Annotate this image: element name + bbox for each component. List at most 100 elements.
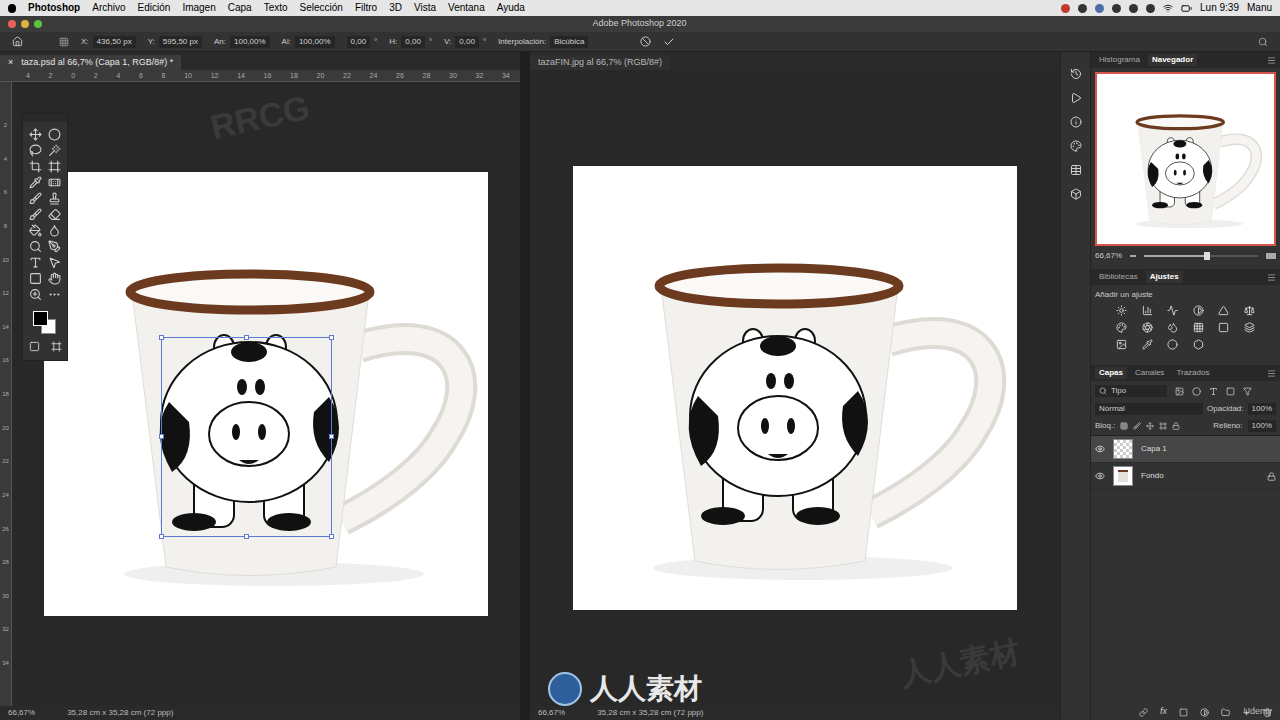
panel-menu-icon[interactable] — [1267, 56, 1276, 65]
battery-icon[interactable] — [1181, 3, 1192, 14]
reference-point-icon[interactable] — [59, 37, 69, 47]
status-icon[interactable] — [1146, 4, 1155, 13]
adjustment-icon[interactable] — [1142, 305, 1153, 316]
adjustment-icon[interactable] — [1193, 339, 1204, 350]
adjustment-icon[interactable] — [1116, 339, 1127, 350]
lock-option-icon[interactable] — [1159, 422, 1167, 430]
shape-icon[interactable] — [29, 272, 42, 285]
close-tab-button[interactable]: × — [8, 56, 13, 70]
transform-field[interactable]: 0,00° — [347, 36, 378, 48]
navigator-slider[interactable] — [1144, 255, 1258, 257]
menu-item[interactable]: Edición — [138, 3, 171, 13]
panel-menu-icon[interactable] — [1267, 369, 1276, 378]
minimize-window-button[interactable] — [21, 20, 29, 28]
transform-field[interactable]: H:0,00° — [389, 36, 432, 48]
move-icon[interactable] — [29, 128, 42, 141]
adjustment-icon[interactable] — [1218, 322, 1229, 333]
adjustment-icon[interactable] — [1142, 322, 1153, 333]
wand-icon[interactable] — [48, 144, 61, 157]
adjustment-icon[interactable] — [1167, 322, 1178, 333]
panel-strip-icon[interactable] — [1070, 68, 1082, 80]
adjustment-icon[interactable] — [1193, 322, 1204, 333]
transform-field[interactable]: X:436,50 px — [81, 36, 136, 48]
user-name[interactable]: Manu — [1247, 3, 1272, 13]
transform-handle[interactable] — [329, 534, 334, 539]
crop-icon[interactable] — [29, 160, 42, 173]
panel-tab[interactable]: Histograma — [1095, 54, 1144, 66]
transform-field[interactable]: V:0,00° — [444, 36, 486, 48]
transform-handle[interactable] — [329, 434, 334, 439]
eyedropper-icon[interactable] — [29, 176, 42, 189]
adjustment-icon[interactable] — [1244, 305, 1255, 316]
transform-field[interactable]: Y:595,50 px — [148, 36, 202, 48]
color-swatches[interactable] — [31, 309, 59, 337]
commit-icon[interactable] — [663, 36, 675, 48]
transform-handle[interactable] — [159, 335, 164, 340]
status-icon[interactable] — [1095, 4, 1104, 13]
type-icon[interactable] — [29, 256, 42, 269]
fill-field[interactable]: 100% — [1248, 420, 1276, 432]
layer-filter-icon[interactable] — [1175, 387, 1184, 396]
panel-strip-icon[interactable] — [1070, 116, 1082, 128]
apple-icon[interactable] — [8, 4, 16, 13]
link-icon[interactable] — [1139, 708, 1148, 717]
canvas[interactable] — [573, 166, 1017, 610]
adjustment-icon[interactable] — [1116, 305, 1127, 316]
panel-tab[interactable]: Navegador — [1148, 54, 1197, 66]
selection-icon[interactable] — [48, 256, 61, 269]
layer-filter-icon[interactable] — [1243, 387, 1252, 396]
status-icon[interactable] — [1129, 4, 1138, 13]
panel-tab[interactable]: Trazados — [1172, 367, 1213, 379]
more-icon[interactable] — [48, 288, 61, 301]
blend-mode-select[interactable]: Normal — [1095, 403, 1203, 415]
healing-icon[interactable] — [48, 176, 61, 189]
panel-tab[interactable]: Bibliotecas — [1095, 271, 1142, 283]
transform-field[interactable]: An:100,00% — [214, 36, 270, 48]
brush-icon[interactable] — [29, 192, 42, 205]
hand-icon[interactable] — [48, 272, 61, 285]
foreground-color[interactable] — [33, 311, 48, 326]
transform-handle[interactable] — [329, 335, 334, 340]
layer-filter-icon[interactable] — [1209, 387, 1218, 396]
layer-filter-icon[interactable] — [1226, 387, 1235, 396]
menu-item[interactable]: Filtro — [355, 3, 377, 13]
panel-menu-icon[interactable] — [1267, 273, 1276, 282]
panel-strip-icon[interactable] — [1070, 140, 1082, 152]
zoom-window-button[interactable] — [34, 20, 42, 28]
lock-option-icon[interactable] — [1146, 422, 1154, 430]
menu-item[interactable]: 3D — [389, 3, 402, 13]
menu-item[interactable]: Imagen — [182, 3, 215, 13]
home-icon[interactable] — [12, 36, 23, 47]
transform-box[interactable] — [161, 337, 332, 537]
history-brush-icon[interactable] — [29, 208, 42, 221]
quickmask-icon[interactable] — [29, 341, 40, 352]
stamp-icon[interactable] — [48, 192, 61, 205]
adjustment-icon[interactable] — [1244, 322, 1255, 333]
visibility-icon[interactable] — [1095, 471, 1105, 481]
transform-handle[interactable] — [244, 335, 249, 340]
transform-handle[interactable] — [244, 534, 249, 539]
menu-item[interactable]: Capa — [228, 3, 252, 13]
toolbar-grip[interactable] — [23, 114, 67, 122]
screen-mode-icon[interactable] — [51, 341, 62, 352]
panel-strip-icon[interactable] — [1070, 164, 1082, 176]
menu-item[interactable]: Selección — [300, 3, 343, 13]
opacity-field[interactable]: 100% — [1248, 403, 1276, 415]
status-icon[interactable] — [1112, 4, 1121, 13]
panel-tab[interactable]: Ajustes — [1146, 271, 1183, 283]
panel-tab[interactable]: Canales — [1131, 367, 1168, 379]
group-icon[interactable] — [1221, 708, 1230, 717]
menu-item[interactable]: Archivo — [92, 3, 125, 13]
menu-item[interactable]: Vista — [414, 3, 436, 13]
adjustment-icon[interactable] — [1193, 305, 1204, 316]
bucket-icon[interactable] — [29, 224, 42, 237]
adjustment-icon[interactable] — [1142, 339, 1153, 350]
adjustment-icon[interactable] — [1167, 339, 1178, 350]
zoom-icon[interactable] — [29, 288, 42, 301]
frame-icon[interactable] — [48, 160, 61, 173]
visibility-icon[interactable] — [1095, 444, 1105, 454]
mask-icon[interactable] — [1179, 708, 1188, 717]
document-tab[interactable]: ×taza.psd al 66,7% (Capa 1, RGB/8#) * — [0, 55, 181, 70]
layer-row[interactable]: Capa 1 — [1091, 436, 1280, 463]
document-tab[interactable]: tazaFIN.jpg al 66,7% (RGB/8#) — [530, 55, 670, 70]
